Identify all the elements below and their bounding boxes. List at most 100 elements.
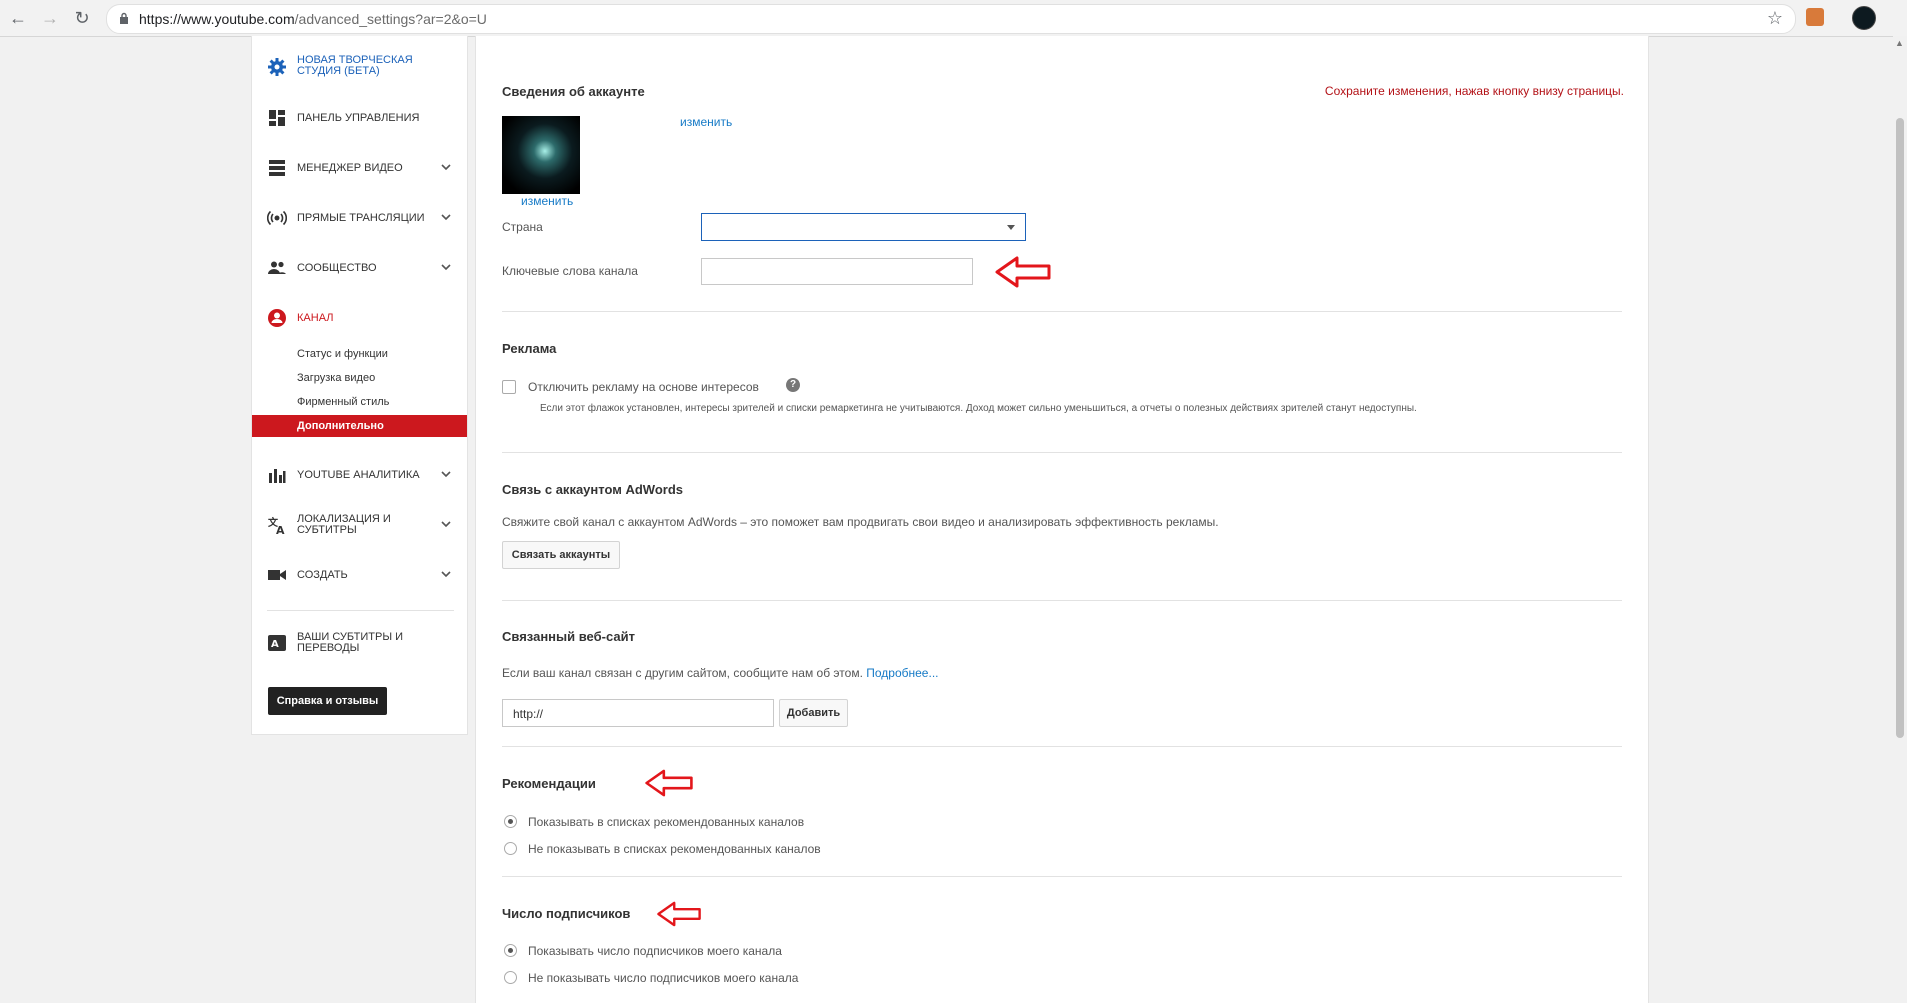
show-in-recommended-radio[interactable] [504,815,517,828]
section-divider [502,311,1622,312]
link-accounts-button[interactable]: Связать аккаунты [502,541,620,569]
channel-avatar [502,116,580,194]
sidebar-item-label: ПАНЕЛЬ УПРАВЛЕНИЯ [297,112,420,124]
adwords-description: Свяжите свой канал с аккаунтом AdWords –… [502,515,1219,529]
section-title-account: Сведения об аккаунте [502,84,645,99]
help-feedback-button[interactable]: Справка и отзывы [268,687,387,715]
people-icon [268,261,286,274]
section-title-ads: Реклама [502,341,557,356]
learn-more-link[interactable]: Подробнее... [866,666,938,680]
profile-avatar[interactable] [1852,6,1876,30]
sidebar-item-label: НОВАЯ ТВОРЧЕСКАЯ СТУДИЯ (БЕТА) [297,54,413,77]
change-avatar-link[interactable]: изменить [521,194,573,208]
chevron-down-icon[interactable] [440,568,452,580]
chevron-down-icon[interactable] [440,211,452,223]
reload-icon[interactable]: ↻ [70,6,94,30]
back-arrow-icon[interactable]: ← [6,6,30,30]
chevron-down-icon[interactable] [440,468,452,480]
dashboard-icon [269,110,285,126]
sidebar-item-label: ЛОКАЛИЗАЦИЯ И СУБТИТРЫ [297,513,391,536]
annotation-arrow-icon [995,256,1051,288]
video-manager-icon [269,160,285,176]
section-title-subscribers: Число подписчиков [502,906,631,921]
country-label: Страна [502,220,543,234]
live-broadcast-icon [267,210,287,226]
sidebar-item-dashboard[interactable]: ПАНЕЛЬ УПРАВЛЕНИЯ [252,103,467,133]
sidebar-subitem-upload[interactable]: Загрузка видео [252,367,467,389]
change-account-link[interactable]: изменить [680,115,732,129]
advanced-settings-panel: Сведения об аккаунте Сохраните изменения… [475,36,1649,1003]
disable-interest-ads-checkbox[interactable] [502,380,516,394]
sidebar-subitem-branding[interactable]: Фирменный стиль [252,391,467,413]
subitem-label: Дополнительно [297,420,384,432]
sidebar-item-label: СОЗДАТЬ [297,569,348,581]
sidebar-item-label: КАНАЛ [297,312,334,324]
url-input-value: http:// [513,707,544,721]
website-description: Если ваш канал связан с другим сайтом, с… [502,666,939,680]
radio-label: Показывать в списках рекомендованных кан… [528,815,805,829]
subitem-label: Статус и функции [297,348,388,360]
sidebar-item-label: ВАШИ СУБТИТРЫ И ПЕРЕВОДЫ [297,631,404,654]
sidebar-item-create[interactable]: СОЗДАТЬ [252,560,467,590]
website-url-input[interactable]: http:// [502,699,774,727]
channel-keywords-input[interactable] [701,258,973,285]
section-divider [502,876,1622,877]
section-divider [502,746,1622,747]
sidebar-item-channel[interactable]: КАНАЛ [252,303,467,333]
url-text: https://www.youtube.com/advanced_setting… [139,11,487,27]
sidebar-subitem-status[interactable]: Статус и функции [252,343,467,365]
show-subscriber-count-radio[interactable] [504,944,517,957]
svg-text:A: A [271,639,279,650]
annotation-arrow-icon [657,901,701,927]
sidebar-item-analytics[interactable]: YOUTUBE АНАЛИТИКА [252,460,467,490]
sidebar-item-video-manager[interactable]: МЕНЕДЖЕР ВИДЕО [252,153,467,183]
sidebar-subitem-advanced[interactable]: Дополнительно [252,415,467,437]
sidebar-item-community[interactable]: СООБЩЕСТВО [252,253,467,283]
gear-icon [268,58,286,76]
bar-chart-icon [269,469,286,483]
sidebar-item-new-studio[interactable]: НОВАЯ ТВОРЧЕСКАЯ СТУДИЯ (БЕТА) [252,52,467,82]
ads-description: Если этот флажок установлен, интересы зр… [540,403,1417,414]
chevron-down-icon[interactable] [440,518,452,530]
section-title-website: Связанный веб-сайт [502,629,635,644]
sidebar-item-localization[interactable]: 文 A ЛОКАЛИЗАЦИЯ И СУБТИТРЫ [252,510,467,540]
section-divider [502,452,1622,453]
account-circle-icon [268,309,286,327]
section-title-adwords: Связь с аккаунтом AdWords [502,482,683,497]
subitem-label: Фирменный стиль [297,396,390,408]
add-website-button[interactable]: Добавить [779,699,848,727]
studio-sidebar: НОВАЯ ТВОРЧЕСКАЯ СТУДИЯ (БЕТА) ПАНЕЛЬ УП… [251,36,468,735]
chevron-down-icon[interactable] [440,261,452,273]
scroll-up-arrow-icon[interactable]: ▲ [1895,38,1904,48]
sidebar-item-live-streaming[interactable]: ПРЯМЫЕ ТРАНСЛЯЦИИ [252,203,467,233]
hide-subscriber-count-radio[interactable] [504,971,517,984]
checkbox-label: Отключить рекламу на основе интересов [528,380,759,394]
hide-from-recommended-radio[interactable] [504,842,517,855]
chevron-down-icon[interactable] [440,161,452,173]
subtitles-translate-icon: A [268,635,286,651]
page-scrollbar[interactable]: ▲ [1893,36,1907,1003]
bookmark-star-icon[interactable]: ☆ [1767,8,1783,29]
subitem-label: Загрузка видео [297,372,376,384]
svg-text:A: A [276,524,285,535]
country-select[interactable] [701,213,1026,241]
scrollbar-thumb[interactable] [1896,118,1904,738]
browser-toolbar: ← → ↻ https://www.youtube.com/advanced_s… [0,0,1907,37]
extension-icon[interactable] [1806,8,1824,26]
save-changes-note: Сохраните изменения, нажав кнопку внизу … [1324,84,1624,98]
video-camera-icon [268,570,286,580]
lock-icon [120,12,128,24]
translate-icon: 文 A [268,516,285,535]
forward-arrow-icon[interactable]: → [38,6,62,30]
sidebar-item-label: СООБЩЕСТВО [297,262,377,274]
sidebar-divider [267,610,454,611]
radio-label: Не показывать число подписчиков моего ка… [528,971,799,985]
question-icon[interactable]: ? [786,378,800,392]
keywords-label: Ключевые слова канала [502,264,638,278]
section-title-recommendations: Рекомендации [502,776,596,791]
dropdown-caret-icon [1007,225,1015,230]
annotation-arrow-icon [645,769,693,797]
sidebar-item-your-subtitles[interactable]: A ВАШИ СУБТИТРЫ И ПЕРЕВОДЫ [252,628,467,658]
sidebar-item-label: ПРЯМЫЕ ТРАНСЛЯЦИИ [297,212,425,224]
address-bar[interactable]: https://www.youtube.com/advanced_setting… [106,4,1796,34]
